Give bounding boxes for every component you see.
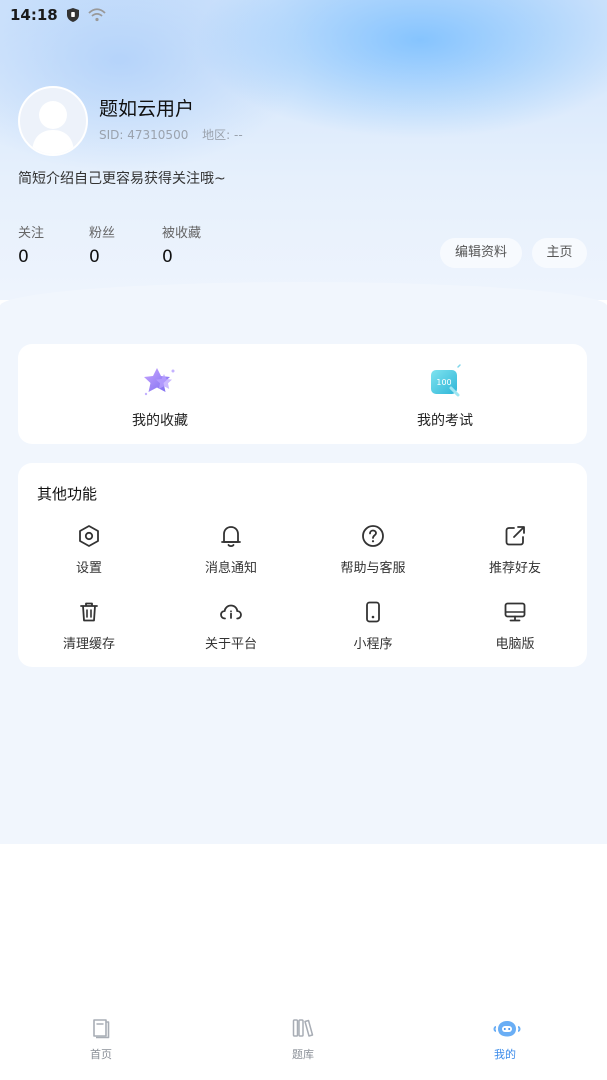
notifications-label: 消息通知 <box>204 561 257 576</box>
edit-profile-button[interactable]: 编辑资料 <box>440 238 522 268</box>
stat-following[interactable]: 关注 0 <box>18 222 44 267</box>
cloud-info-icon <box>218 599 244 625</box>
trash-icon <box>76 599 102 625</box>
my-favorites-button[interactable]: 我的收藏 <box>100 362 220 430</box>
help-icon <box>360 523 386 549</box>
clear-cache-label: 清理缓存 <box>62 637 115 652</box>
desktop-icon <box>502 599 528 625</box>
desktop-version-label: 电脑版 <box>495 637 535 652</box>
help-label: 帮助与客服 <box>340 561 406 576</box>
section-title: 其他功能 <box>37 485 98 503</box>
mini-program-button[interactable]: 小程序 <box>302 599 444 652</box>
avatar-placeholder-icon <box>32 101 74 154</box>
user-sid: SID: 47310500 <box>99 128 189 142</box>
settings-icon <box>76 523 102 549</box>
wifi-icon <box>88 8 106 22</box>
username: 题如云用户 <box>99 98 195 120</box>
homepage-button[interactable]: 主页 <box>532 238 587 268</box>
stat-value: 0 <box>162 247 173 267</box>
library-icon <box>291 1016 315 1040</box>
about-platform-button[interactable]: 关于平台 <box>160 599 302 652</box>
settings-label: 设置 <box>75 561 102 576</box>
stat-favorited[interactable]: 被收藏 0 <box>162 222 201 267</box>
tab-home[interactable]: 首页 <box>51 1016 151 1062</box>
about-platform-label: 关于平台 <box>204 637 257 652</box>
star-icon <box>140 362 180 402</box>
stat-label: 关注 <box>18 226 45 241</box>
tab-home-label: 首页 <box>90 1048 112 1061</box>
other-functions-card: 其他功能 设置 消息通知 帮助与客服 推荐好友 清理缓存 关于平台 小程序 电脑… <box>18 463 587 667</box>
quick-actions-card: 我的收藏 100 我的考试 <box>18 344 587 444</box>
avatar[interactable] <box>18 86 88 156</box>
stat-label: 粉丝 <box>89 226 116 241</box>
recommend-friends-label: 推荐好友 <box>488 561 541 576</box>
mini-program-label: 小程序 <box>353 637 393 652</box>
user-bio[interactable]: 简短介绍自己更容易获得关注哦~ <box>18 168 226 188</box>
recommend-friends-button[interactable]: 推荐好友 <box>444 523 586 576</box>
clear-cache-button[interactable]: 清理缓存 <box>18 599 160 652</box>
tab-mine[interactable]: 我的 <box>455 1016 555 1062</box>
settings-button[interactable]: 设置 <box>18 523 160 576</box>
help-button[interactable]: 帮助与客服 <box>302 523 444 576</box>
stat-followers[interactable]: 粉丝 0 <box>89 222 115 267</box>
user-region: 地区: -- <box>202 128 243 142</box>
phone-icon <box>360 599 386 625</box>
exam-score-icon: 100 <box>425 362 465 402</box>
tab-question-bank[interactable]: 题库 <box>253 1016 353 1062</box>
my-exams-label: 我的考试 <box>417 413 473 429</box>
stat-value: 0 <box>18 247 29 267</box>
tab-mine-label: 我的 <box>494 1048 516 1061</box>
stat-value: 0 <box>89 247 100 267</box>
user-meta: SID: 47310500 地区: -- <box>99 126 253 143</box>
status-time: 14:18 <box>10 6 58 24</box>
share-icon <box>502 523 528 549</box>
status-bar: 14:18 <box>0 0 607 30</box>
notifications-button[interactable]: 消息通知 <box>160 523 302 576</box>
my-favorites-label: 我的收藏 <box>132 413 188 429</box>
exam-badge-text: 100 <box>436 378 451 387</box>
mine-icon <box>493 1016 521 1040</box>
tab-question-bank-label: 题库 <box>292 1048 314 1061</box>
bottom-tab-bar: 首页 题库 我的 <box>0 1004 607 1080</box>
shield-icon <box>66 7 80 23</box>
bell-icon <box>218 523 244 549</box>
desktop-version-button[interactable]: 电脑版 <box>444 599 586 652</box>
stat-label: 被收藏 <box>162 226 202 241</box>
home-book-icon <box>89 1016 113 1040</box>
my-exams-button[interactable]: 100 我的考试 <box>385 362 505 430</box>
